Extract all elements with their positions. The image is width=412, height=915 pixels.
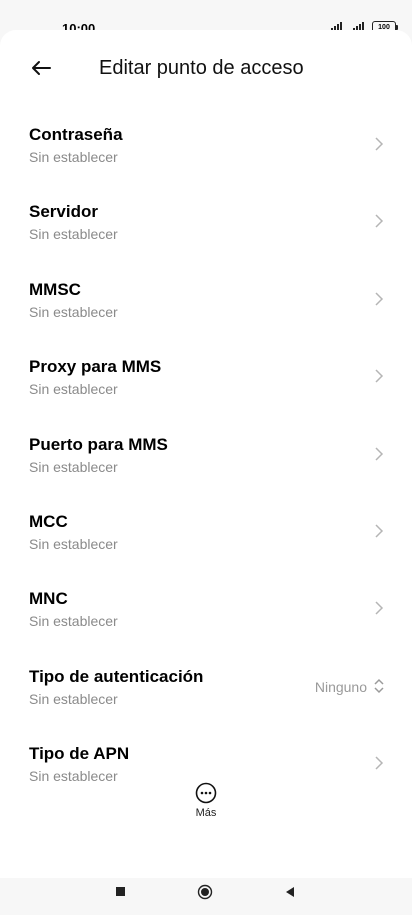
setting-label: Tipo de autenticación (29, 666, 204, 686)
chevron-right-icon (375, 601, 384, 615)
setting-label: MMSC (29, 279, 81, 299)
setting-value-sub: Sin establecer (29, 226, 118, 243)
chevron-right-icon (375, 137, 384, 151)
settings-list: Contraseña Sin establecer Servidor Sin e… (0, 120, 412, 817)
back-nav-icon[interactable] (284, 886, 296, 898)
setting-value-sub: Sin establecer (29, 149, 118, 165)
chevron-right-icon (375, 292, 384, 306)
setting-row-mmsc[interactable]: MMSC Sin establecer (0, 275, 412, 352)
system-nav-bar (0, 878, 412, 915)
setting-label: Tipo de APN (29, 744, 130, 764)
setting-label: Servidor (29, 202, 98, 222)
chevron-right-icon (375, 214, 384, 228)
chevron-right-icon (375, 447, 384, 461)
setting-row-server[interactable]: Servidor Sin establecer (0, 197, 412, 274)
setting-value-sub: Sin establecer (29, 690, 118, 707)
setting-value-sub: Sin establecer (29, 303, 118, 320)
chevron-right-icon (375, 524, 384, 538)
setting-label: Puerto para MMS (29, 434, 168, 454)
setting-label: MCC (29, 511, 68, 531)
chevron-right-icon (375, 369, 384, 383)
setting-row-password[interactable]: Contraseña Sin establecer (0, 120, 412, 197)
chevron-right-icon (375, 756, 384, 770)
setting-value-sub: Sin establecer (29, 381, 118, 398)
more-button[interactable]: Más (178, 782, 234, 828)
setting-label: Proxy para MMS (29, 357, 162, 377)
setting-value-sub: Sin establecer (29, 768, 118, 785)
setting-row-mms-port[interactable]: Puerto para MMS Sin establecer (0, 430, 412, 507)
home-icon[interactable] (197, 884, 213, 900)
setting-value-sub: Sin establecer (29, 458, 118, 475)
setting-row-mnc[interactable]: MNC Sin establecer (0, 584, 412, 661)
setting-value-sub: Sin establecer (29, 613, 118, 630)
setting-label: Contraseña (29, 125, 123, 144)
settings-sheet: Editar punto de acceso Contraseña Sin es… (0, 30, 412, 878)
setting-row-auth-type[interactable]: Tipo de autenticación Sin establecer Nin… (0, 662, 412, 739)
arrow-left-icon[interactable] (28, 54, 56, 82)
setting-row-mms-proxy[interactable]: Proxy para MMS Sin establecer (0, 352, 412, 429)
setting-label: MNC (29, 589, 68, 609)
header: Editar punto de acceso (0, 30, 412, 110)
setting-value-sub: Sin establecer (29, 535, 118, 552)
auth-type-value: Ninguno (314, 678, 367, 695)
more-horizontal-icon (195, 782, 217, 804)
setting-row-mcc[interactable]: MCC Sin establecer (0, 507, 412, 584)
more-label: Más (195, 807, 217, 819)
chevron-up-down-icon (374, 678, 384, 693)
recent-apps-icon[interactable] (115, 886, 127, 898)
page-title: Editar punto de acceso (99, 57, 304, 79)
